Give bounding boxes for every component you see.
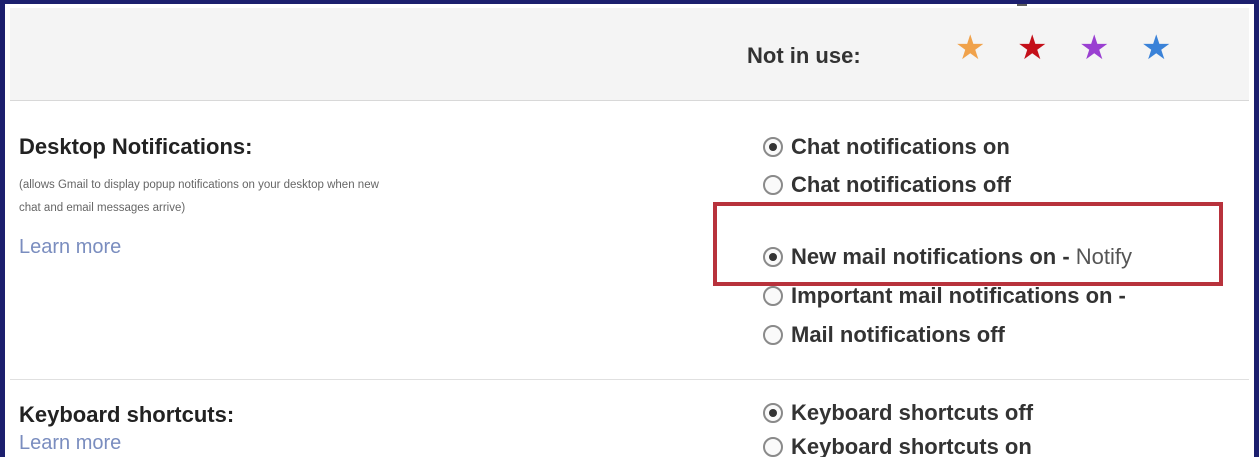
option-label: Mail notifications off [791, 322, 1005, 347]
radio-button[interactable] [763, 175, 783, 195]
keyboard-shortcuts-on-option[interactable]: Keyboard shortcuts on [763, 434, 1032, 457]
keyboard-shortcuts-label: Keyboard shortcuts: [19, 402, 235, 427]
radio-button[interactable] [763, 437, 783, 457]
red-star-icon[interactable]: ★ [1017, 31, 1079, 65]
blue-star-icon[interactable]: ★ [1141, 31, 1203, 65]
highlight-box [713, 202, 1223, 286]
desktop-notifications-learn-more-link[interactable]: Learn more [19, 236, 121, 259]
radio-button[interactable] [763, 137, 783, 157]
radio-button[interactable] [763, 403, 783, 423]
stars-list: ★ ★ ★ ★ [955, 31, 1203, 65]
purple-star-icon[interactable]: ★ [1079, 31, 1141, 65]
option-label: Keyboard shortcuts on [791, 434, 1032, 457]
cropped-heading-fragment [1017, 4, 1027, 6]
chat-notifications-on-option[interactable]: Chat notifications on [763, 134, 1010, 160]
row-divider [10, 379, 1249, 380]
not-in-use-label: Not in use: [747, 43, 861, 68]
desktop-notifications-description: (allows Gmail to display popup notificat… [19, 174, 699, 220]
option-label: Chat notifications on [791, 134, 1010, 159]
description-line: chat and email messages arrive) [19, 202, 186, 214]
chat-notifications-off-option[interactable]: Chat notifications off [763, 172, 1011, 198]
radio-button[interactable] [763, 325, 783, 345]
option-label: Keyboard shortcuts off [791, 400, 1034, 425]
important-mail-notifications-on-option[interactable]: Important mail notifications on - [763, 283, 1132, 309]
desktop-notifications-label: Desktop Notifications: [19, 134, 253, 159]
description-line: (allows Gmail to display popup notificat… [19, 179, 379, 191]
option-label: Chat notifications off [791, 172, 1011, 197]
orange-star-icon[interactable]: ★ [955, 31, 1017, 65]
radio-button[interactable] [763, 286, 783, 306]
keyboard-shortcuts-off-option[interactable]: Keyboard shortcuts off [763, 400, 1033, 426]
mail-notifications-off-option[interactable]: Mail notifications off [763, 322, 1005, 348]
option-label: Important mail notifications on - [791, 283, 1132, 308]
keyboard-shortcuts-learn-more-link[interactable]: Learn more [19, 432, 121, 455]
settings-panel: Not in use: ★ ★ ★ ★ Desktop Notification… [0, 0, 1259, 457]
